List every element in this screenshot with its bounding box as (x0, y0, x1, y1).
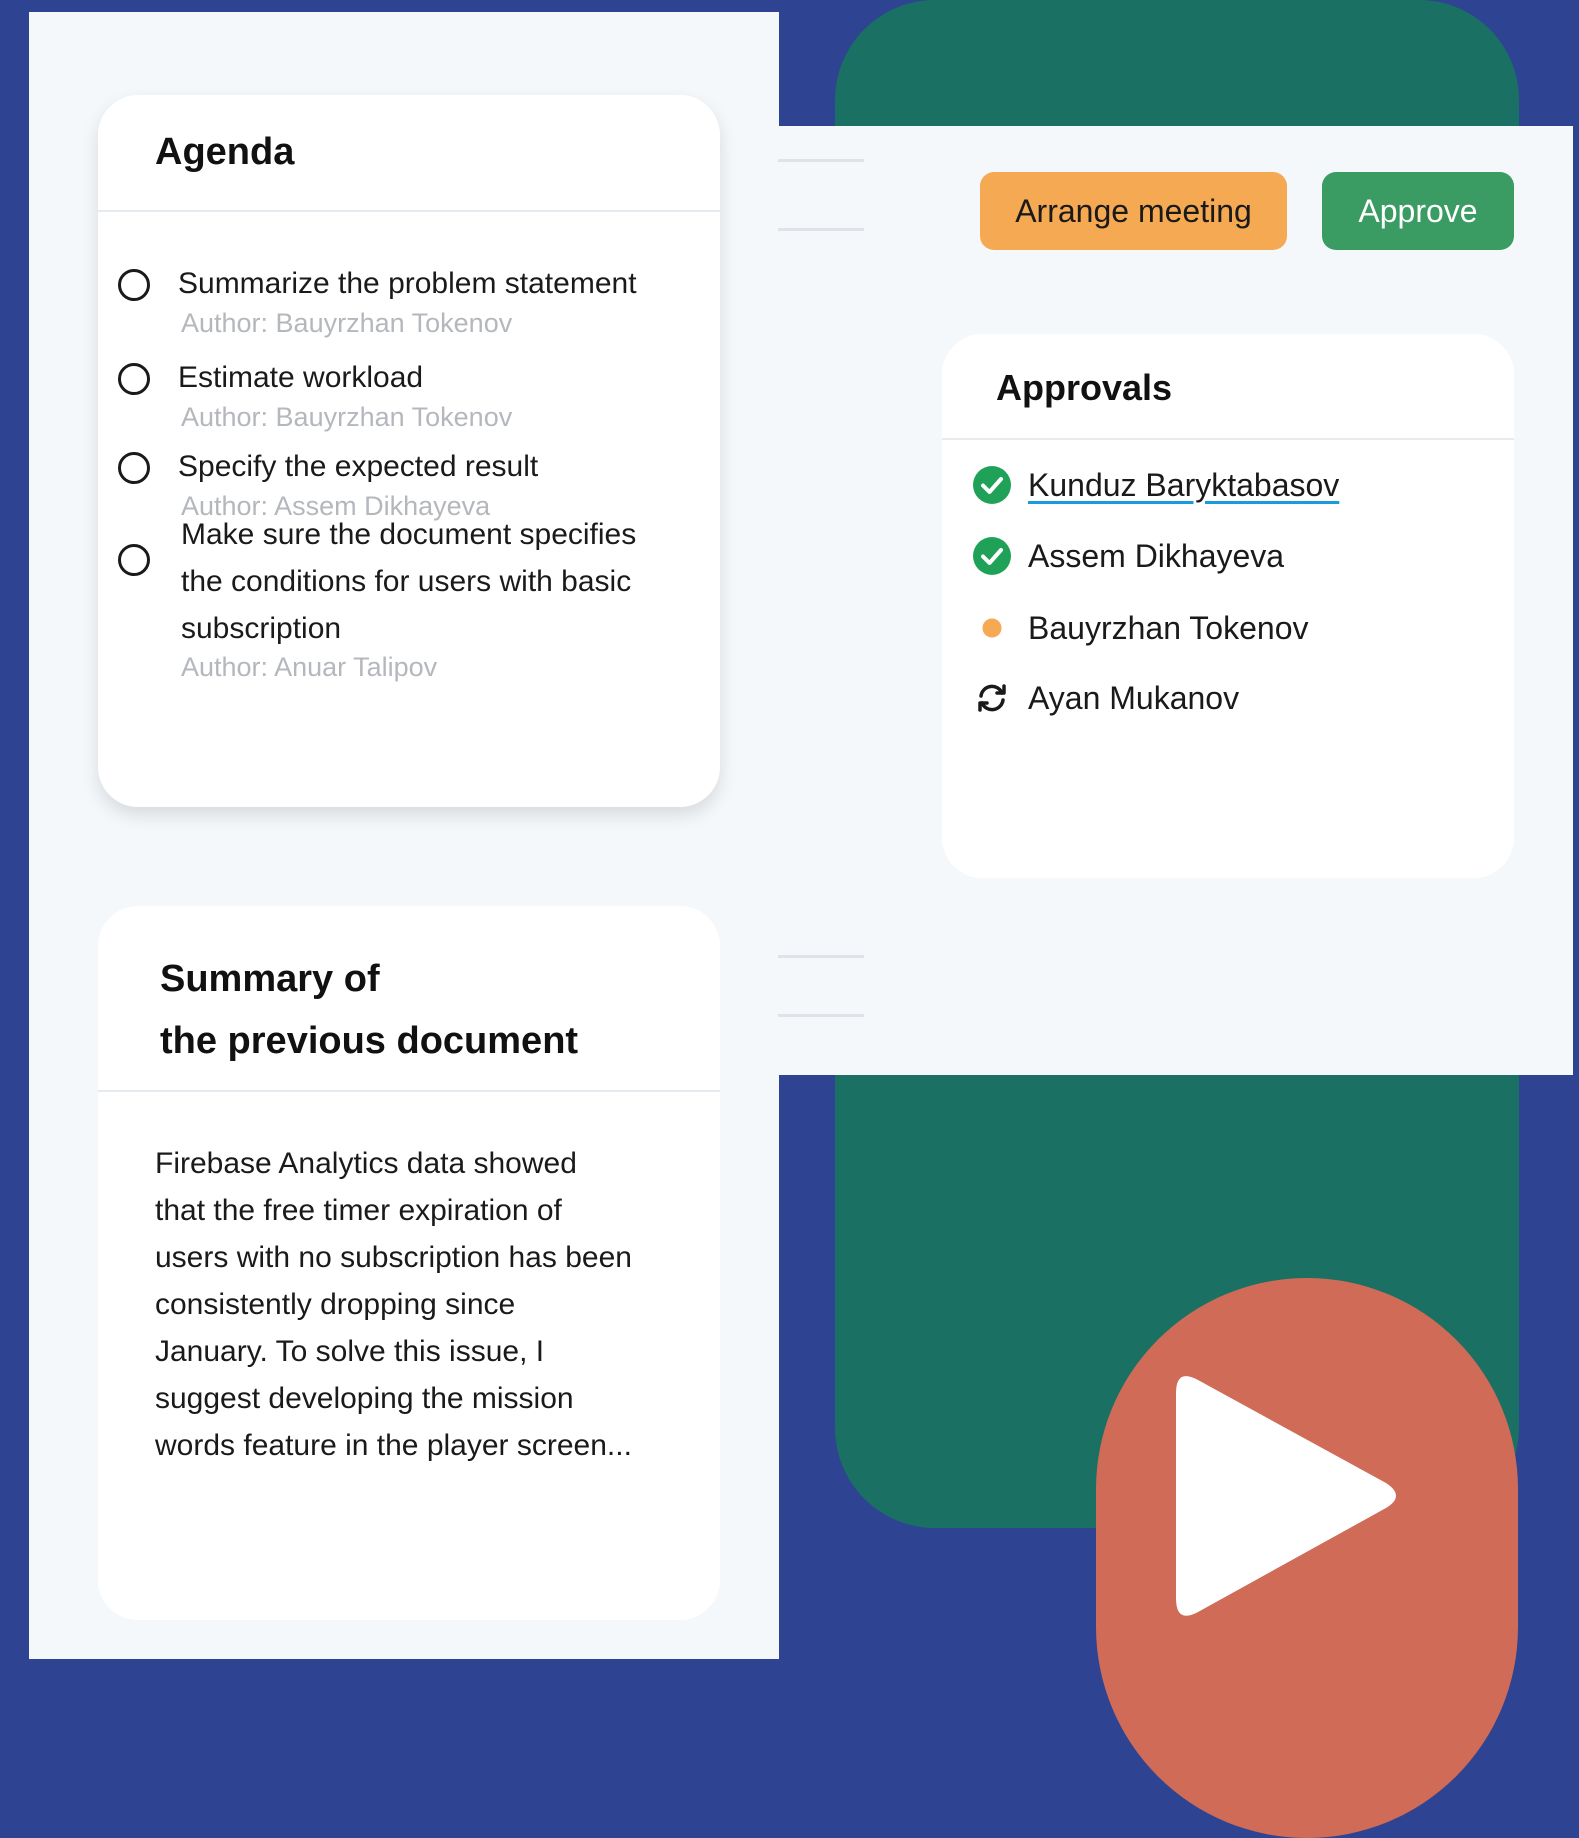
checkbox-icon[interactable] (118, 544, 150, 576)
checkbox-icon[interactable] (118, 363, 150, 395)
approver-row: Assem Dikhayeva (972, 532, 1284, 580)
arrange-meeting-button[interactable]: Arrange meeting (980, 172, 1287, 250)
agenda-item-text: Summarize the problem statement (178, 267, 637, 300)
divider-line (778, 228, 864, 231)
approver-name: Ayan Mukanov (1028, 679, 1240, 716)
approver-row: Ayan Mukanov (972, 674, 1239, 722)
divider-line (778, 955, 864, 958)
agenda-item-author: Author: Bauyrzhan Tokenov (181, 308, 513, 338)
approver-row: Kunduz Baryktabasov (972, 461, 1339, 509)
summary-title-line: the previous document (160, 1020, 579, 1062)
approver-name: Assem Dikhayeva (1028, 537, 1285, 574)
check-circle-icon (972, 536, 1012, 576)
summary-card: Summary of the previous document Firebas… (98, 906, 720, 1620)
agenda-card: Agenda Summarize the problem statement A… (98, 95, 720, 807)
refresh-icon (972, 678, 1012, 718)
approver-row: Bauyrzhan Tokenov (972, 604, 1308, 652)
play-icon (1176, 1376, 1396, 1616)
agenda-title: Agenda (155, 131, 295, 173)
agenda-item-text: Specify the expected result (178, 450, 539, 483)
summary-body-text: Firebase Analytics data showed that the … (155, 1147, 632, 1462)
card-divider (98, 210, 720, 212)
summary-title-line: Summary of (160, 958, 380, 1000)
agenda-item-author: Author: Anuar Talipov (181, 652, 438, 682)
checkbox-icon[interactable] (118, 269, 150, 301)
play-button[interactable] (1096, 1278, 1518, 1838)
checkbox-icon[interactable] (118, 452, 150, 484)
pending-dot-icon (972, 608, 1012, 648)
card-divider (942, 438, 1514, 440)
approver-name-link[interactable]: Kunduz Baryktabasov (1028, 467, 1339, 504)
approver-name: Bauyrzhan Tokenov (1028, 609, 1309, 646)
approvals-card: Approvals Kunduz Baryktabasov Assem Dikh… (942, 334, 1514, 878)
divider-line (778, 1014, 864, 1017)
agenda-item-text: Estimate workload (178, 361, 424, 394)
summary-title: Summary of the previous document (160, 948, 578, 1072)
approvals-title: Approvals (996, 367, 1173, 408)
card-divider (98, 1090, 720, 1092)
approve-button[interactable]: Approve (1322, 172, 1514, 250)
divider-line (778, 159, 864, 162)
check-circle-icon (972, 465, 1012, 505)
agenda-item-text: Make sure the document specifies the con… (181, 518, 637, 645)
agenda-item-author: Author: Bauyrzhan Tokenov (181, 402, 513, 432)
